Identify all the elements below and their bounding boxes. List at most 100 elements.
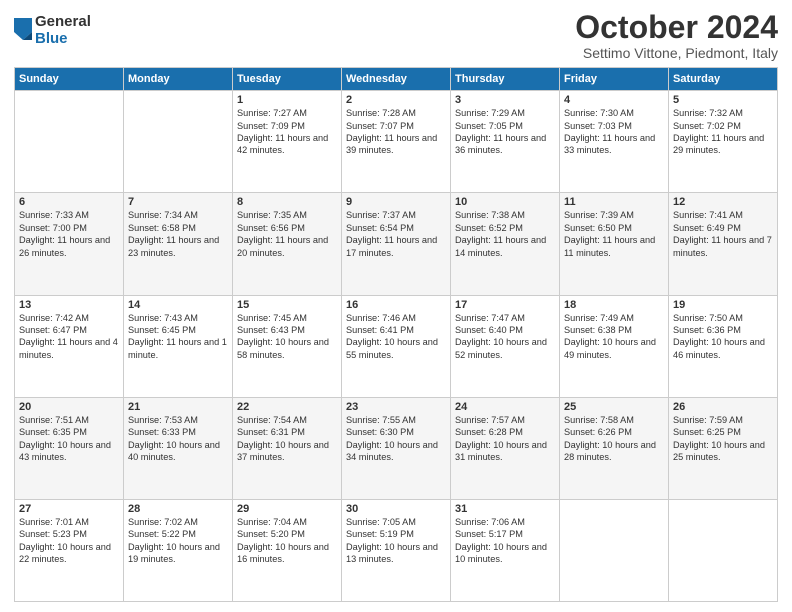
day-number: 22 — [237, 401, 337, 413]
daylight-text: Daylight: 11 hours and 23 minutes. — [128, 235, 219, 257]
sunrise-text: Sunrise: 7:02 AM — [128, 517, 198, 527]
daylight-text: Daylight: 10 hours and 52 minutes. — [455, 337, 547, 359]
day-info: Sunrise: 7:29 AM Sunset: 7:05 PM Dayligh… — [455, 107, 555, 157]
day-info: Sunrise: 7:47 AM Sunset: 6:40 PM Dayligh… — [455, 312, 555, 362]
daylight-text: Daylight: 11 hours and 39 minutes. — [346, 133, 437, 155]
day-number: 30 — [346, 503, 446, 515]
table-row — [15, 91, 124, 193]
sunrise-text: Sunrise: 7:38 AM — [455, 210, 525, 220]
day-number: 5 — [673, 94, 773, 106]
sunset-text: Sunset: 6:25 PM — [673, 427, 741, 437]
day-number: 13 — [19, 299, 119, 311]
day-info: Sunrise: 7:01 AM Sunset: 5:23 PM Dayligh… — [19, 516, 119, 566]
sunset-text: Sunset: 6:38 PM — [564, 325, 632, 335]
daylight-text: Daylight: 10 hours and 37 minutes. — [237, 440, 329, 462]
daylight-text: Daylight: 10 hours and 55 minutes. — [346, 337, 438, 359]
table-row — [124, 91, 233, 193]
table-row: 22 Sunrise: 7:54 AM Sunset: 6:31 PM Dayl… — [233, 397, 342, 499]
daylight-text: Daylight: 11 hours and 14 minutes. — [455, 235, 546, 257]
day-number: 19 — [673, 299, 773, 311]
sunset-text: Sunset: 6:54 PM — [346, 223, 414, 233]
sunset-text: Sunset: 7:03 PM — [564, 121, 632, 131]
sunset-text: Sunset: 7:05 PM — [455, 121, 523, 131]
day-info: Sunrise: 7:57 AM Sunset: 6:28 PM Dayligh… — [455, 414, 555, 464]
sunrise-text: Sunrise: 7:50 AM — [673, 313, 743, 323]
table-row: 10 Sunrise: 7:38 AM Sunset: 6:52 PM Dayl… — [451, 193, 560, 295]
sunset-text: Sunset: 6:26 PM — [564, 427, 632, 437]
table-row: 14 Sunrise: 7:43 AM Sunset: 6:45 PM Dayl… — [124, 295, 233, 397]
sunrise-text: Sunrise: 7:59 AM — [673, 415, 743, 425]
day-info: Sunrise: 7:27 AM Sunset: 7:09 PM Dayligh… — [237, 107, 337, 157]
table-row: 19 Sunrise: 7:50 AM Sunset: 6:36 PM Dayl… — [669, 295, 778, 397]
day-info: Sunrise: 7:43 AM Sunset: 6:45 PM Dayligh… — [128, 312, 228, 362]
day-info: Sunrise: 7:53 AM Sunset: 6:33 PM Dayligh… — [128, 414, 228, 464]
day-number: 20 — [19, 401, 119, 413]
daylight-text: Daylight: 10 hours and 49 minutes. — [564, 337, 656, 359]
calendar-week-row: 6 Sunrise: 7:33 AM Sunset: 7:00 PM Dayli… — [15, 193, 778, 295]
sunrise-text: Sunrise: 7:54 AM — [237, 415, 307, 425]
day-number: 26 — [673, 401, 773, 413]
sunrise-text: Sunrise: 7:32 AM — [673, 108, 743, 118]
daylight-text: Daylight: 10 hours and 34 minutes. — [346, 440, 438, 462]
col-monday: Monday — [124, 68, 233, 91]
sunset-text: Sunset: 7:00 PM — [19, 223, 87, 233]
day-number: 27 — [19, 503, 119, 515]
day-number: 31 — [455, 503, 555, 515]
sunrise-text: Sunrise: 7:53 AM — [128, 415, 198, 425]
sunrise-text: Sunrise: 7:55 AM — [346, 415, 416, 425]
sunrise-text: Sunrise: 7:42 AM — [19, 313, 89, 323]
day-info: Sunrise: 7:51 AM Sunset: 6:35 PM Dayligh… — [19, 414, 119, 464]
subtitle: Settimo Vittone, Piedmont, Italy — [575, 45, 778, 61]
sunset-text: Sunset: 7:09 PM — [237, 121, 305, 131]
calendar-week-row: 13 Sunrise: 7:42 AM Sunset: 6:47 PM Dayl… — [15, 295, 778, 397]
daylight-text: Daylight: 11 hours and 29 minutes. — [673, 133, 764, 155]
sunset-text: Sunset: 6:49 PM — [673, 223, 741, 233]
sunrise-text: Sunrise: 7:43 AM — [128, 313, 198, 323]
daylight-text: Daylight: 10 hours and 13 minutes. — [346, 542, 438, 564]
month-title: October 2024 — [575, 10, 778, 45]
day-number: 17 — [455, 299, 555, 311]
sunset-text: Sunset: 6:41 PM — [346, 325, 414, 335]
sunrise-text: Sunrise: 7:01 AM — [19, 517, 89, 527]
daylight-text: Daylight: 10 hours and 43 minutes. — [19, 440, 111, 462]
day-info: Sunrise: 7:59 AM Sunset: 6:25 PM Dayligh… — [673, 414, 773, 464]
table-row: 17 Sunrise: 7:47 AM Sunset: 6:40 PM Dayl… — [451, 295, 560, 397]
sunset-text: Sunset: 5:23 PM — [19, 529, 87, 539]
logo: General Blue — [14, 14, 91, 47]
day-info: Sunrise: 7:35 AM Sunset: 6:56 PM Dayligh… — [237, 209, 337, 259]
day-number: 3 — [455, 94, 555, 106]
sunrise-text: Sunrise: 7:28 AM — [346, 108, 416, 118]
sunset-text: Sunset: 6:36 PM — [673, 325, 741, 335]
table-row: 11 Sunrise: 7:39 AM Sunset: 6:50 PM Dayl… — [560, 193, 669, 295]
day-info: Sunrise: 7:39 AM Sunset: 6:50 PM Dayligh… — [564, 209, 664, 259]
table-row: 28 Sunrise: 7:02 AM Sunset: 5:22 PM Dayl… — [124, 499, 233, 601]
day-number: 4 — [564, 94, 664, 106]
day-info: Sunrise: 7:34 AM Sunset: 6:58 PM Dayligh… — [128, 209, 228, 259]
sunrise-text: Sunrise: 7:37 AM — [346, 210, 416, 220]
table-row: 30 Sunrise: 7:05 AM Sunset: 5:19 PM Dayl… — [342, 499, 451, 601]
sunrise-text: Sunrise: 7:06 AM — [455, 517, 525, 527]
table-row: 23 Sunrise: 7:55 AM Sunset: 6:30 PM Dayl… — [342, 397, 451, 499]
sunrise-text: Sunrise: 7:47 AM — [455, 313, 525, 323]
table-row: 4 Sunrise: 7:30 AM Sunset: 7:03 PM Dayli… — [560, 91, 669, 193]
sunset-text: Sunset: 5:17 PM — [455, 529, 523, 539]
daylight-text: Daylight: 11 hours and 1 minute. — [128, 337, 227, 359]
day-number: 11 — [564, 196, 664, 208]
daylight-text: Daylight: 10 hours and 40 minutes. — [128, 440, 220, 462]
day-number: 25 — [564, 401, 664, 413]
daylight-text: Daylight: 11 hours and 11 minutes. — [564, 235, 655, 257]
table-row: 16 Sunrise: 7:46 AM Sunset: 6:41 PM Dayl… — [342, 295, 451, 397]
sunrise-text: Sunrise: 7:05 AM — [346, 517, 416, 527]
table-row: 25 Sunrise: 7:58 AM Sunset: 6:26 PM Dayl… — [560, 397, 669, 499]
daylight-text: Daylight: 11 hours and 36 minutes. — [455, 133, 546, 155]
table-row: 8 Sunrise: 7:35 AM Sunset: 6:56 PM Dayli… — [233, 193, 342, 295]
table-row: 15 Sunrise: 7:45 AM Sunset: 6:43 PM Dayl… — [233, 295, 342, 397]
sunrise-text: Sunrise: 7:34 AM — [128, 210, 198, 220]
table-row: 12 Sunrise: 7:41 AM Sunset: 6:49 PM Dayl… — [669, 193, 778, 295]
table-row: 9 Sunrise: 7:37 AM Sunset: 6:54 PM Dayli… — [342, 193, 451, 295]
daylight-text: Daylight: 10 hours and 25 minutes. — [673, 440, 765, 462]
table-row: 27 Sunrise: 7:01 AM Sunset: 5:23 PM Dayl… — [15, 499, 124, 601]
col-saturday: Saturday — [669, 68, 778, 91]
table-row: 18 Sunrise: 7:49 AM Sunset: 6:38 PM Dayl… — [560, 295, 669, 397]
daylight-text: Daylight: 11 hours and 42 minutes. — [237, 133, 328, 155]
